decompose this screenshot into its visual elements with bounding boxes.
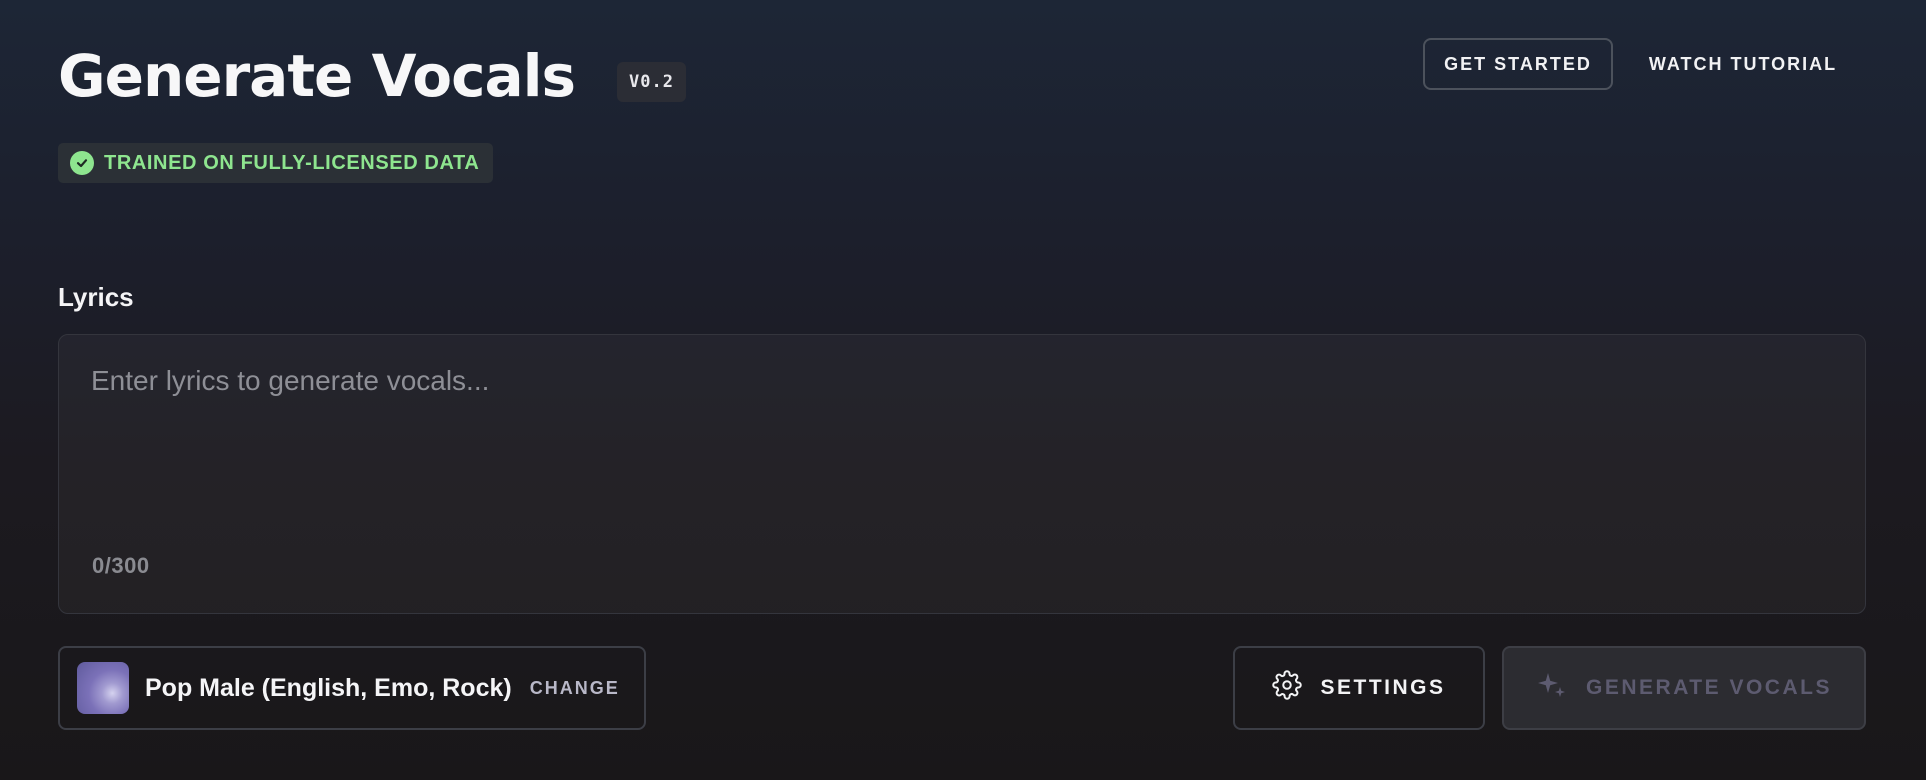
lyrics-input[interactable] bbox=[91, 365, 1831, 525]
settings-button[interactable]: SETTINGS bbox=[1233, 646, 1485, 730]
voice-name: Pop Male (English, Emo, Rock) bbox=[145, 673, 512, 702]
get-started-button[interactable]: GET STARTED bbox=[1423, 38, 1613, 90]
watch-tutorial-button[interactable]: WATCH TUTORIAL bbox=[1638, 38, 1848, 90]
generate-vocals-button[interactable]: GENERATE VOCALS bbox=[1502, 646, 1866, 730]
settings-label: SETTINGS bbox=[1320, 676, 1446, 699]
lyrics-box: 0/300 bbox=[58, 334, 1866, 614]
generate-vocals-label: GENERATE VOCALS bbox=[1586, 676, 1832, 699]
version-badge: V0.2 bbox=[617, 62, 686, 102]
lyrics-label: Lyrics bbox=[58, 282, 134, 312]
page-title: Generate Vocals bbox=[58, 42, 576, 110]
lyrics-char-counter: 0/300 bbox=[92, 553, 150, 578]
change-voice-button[interactable]: CHANGE bbox=[530, 678, 620, 699]
licensed-data-badge: TRAINED ON FULLY-LICENSED DATA bbox=[58, 143, 494, 183]
gear-icon bbox=[1272, 670, 1303, 706]
licensed-badge-label: TRAINED ON FULLY-LICENSED DATA bbox=[104, 151, 480, 174]
voice-avatar bbox=[77, 662, 129, 714]
voice-selector[interactable]: Pop Male (English, Emo, Rock) CHANGE bbox=[58, 646, 646, 730]
check-circle-icon bbox=[70, 151, 94, 175]
sparkle-icon bbox=[1536, 669, 1568, 707]
